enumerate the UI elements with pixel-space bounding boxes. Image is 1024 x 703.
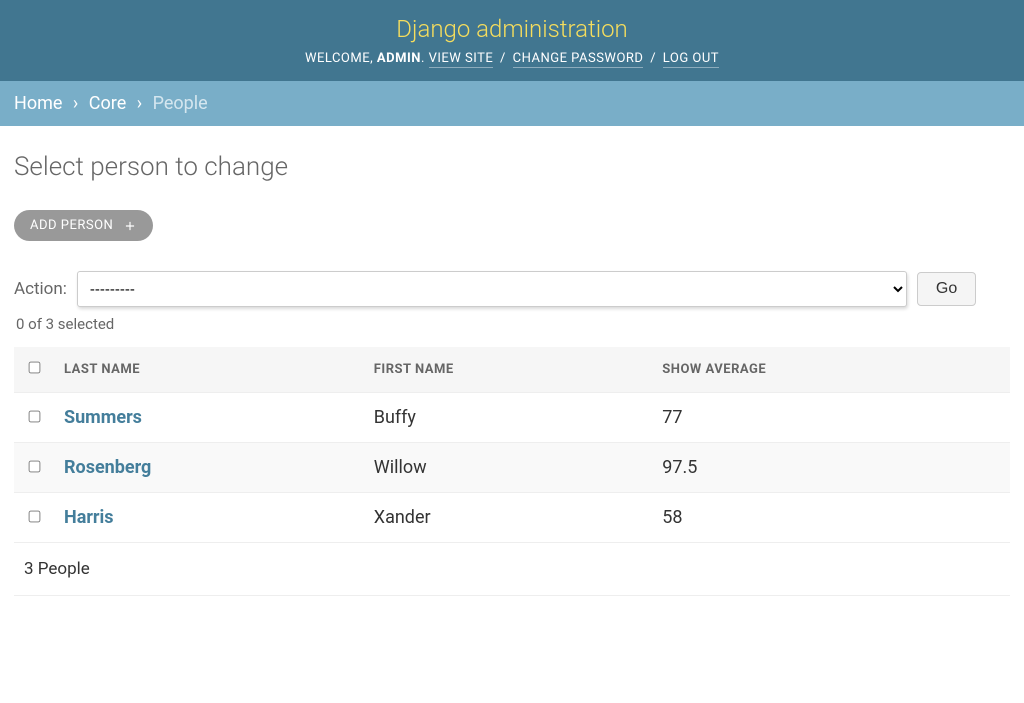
- column-first-name[interactable]: FIRST NAME: [364, 347, 653, 393]
- table-row: Summers Buffy77: [14, 393, 1010, 443]
- select-all-checkbox[interactable]: [28, 362, 40, 374]
- row-checkbox[interactable]: [28, 411, 40, 423]
- column-last-name[interactable]: LAST NAME: [54, 347, 364, 393]
- breadcrumb-app[interactable]: Core: [89, 93, 126, 114]
- chevron-right-icon: ›: [73, 93, 78, 114]
- welcome-text: WELCOME,: [305, 51, 377, 66]
- row-first-name: Buffy: [364, 393, 653, 443]
- site-title: Django administration: [40, 15, 984, 43]
- column-show-average[interactable]: SHOW AVERAGE: [652, 347, 1010, 393]
- row-last-name-link[interactable]: Summers: [64, 407, 142, 428]
- page-title: Select person to change: [14, 152, 1010, 182]
- row-first-name: Willow: [364, 443, 653, 493]
- username: ADMIN: [377, 51, 421, 66]
- go-button[interactable]: Go: [917, 272, 976, 306]
- table-row: Harris Xander58: [14, 493, 1010, 543]
- row-last-name-link[interactable]: Harris: [64, 507, 114, 528]
- select-all-column: [14, 347, 54, 393]
- actions-bar: Action: --------- Go: [14, 271, 1010, 307]
- branding: Django administration: [40, 15, 984, 43]
- view-site-link[interactable]: VIEW SITE: [429, 51, 494, 68]
- add-person-button[interactable]: ADD PERSON: [14, 210, 153, 241]
- admin-header: Django administration WELCOME, ADMIN. VI…: [0, 0, 1024, 81]
- row-show-average: 58: [652, 493, 1010, 543]
- user-tools: WELCOME, ADMIN. VIEW SITE / CHANGE PASSW…: [40, 51, 984, 66]
- row-show-average: 97.5: [652, 443, 1010, 493]
- table-row: Rosenberg Willow97.5: [14, 443, 1010, 493]
- action-label: Action:: [14, 279, 67, 299]
- row-checkbox[interactable]: [28, 511, 40, 523]
- paginator: 3 People: [14, 543, 1010, 596]
- breadcrumbs: Home › Core › People: [0, 81, 1024, 126]
- row-last-name-link[interactable]: Rosenberg: [64, 457, 151, 478]
- table-header-row: LAST NAME FIRST NAME SHOW AVERAGE: [14, 347, 1010, 393]
- selection-counter: 0 of 3 selected: [16, 315, 1010, 333]
- breadcrumb-current: People: [153, 93, 208, 114]
- logout-link[interactable]: LOG OUT: [663, 51, 719, 68]
- row-show-average: 77: [652, 393, 1010, 443]
- row-first-name: Xander: [364, 493, 653, 543]
- results-table: LAST NAME FIRST NAME SHOW AVERAGE Summer…: [14, 347, 1010, 543]
- breadcrumb-home[interactable]: Home: [14, 93, 62, 114]
- object-tools: ADD PERSON: [14, 210, 1010, 241]
- row-checkbox[interactable]: [28, 461, 40, 473]
- change-password-link[interactable]: CHANGE PASSWORD: [513, 51, 644, 68]
- plus-icon: [123, 219, 137, 233]
- chevron-right-icon: ›: [137, 93, 142, 114]
- action-select[interactable]: ---------: [77, 271, 907, 307]
- add-button-label: ADD PERSON: [30, 218, 113, 233]
